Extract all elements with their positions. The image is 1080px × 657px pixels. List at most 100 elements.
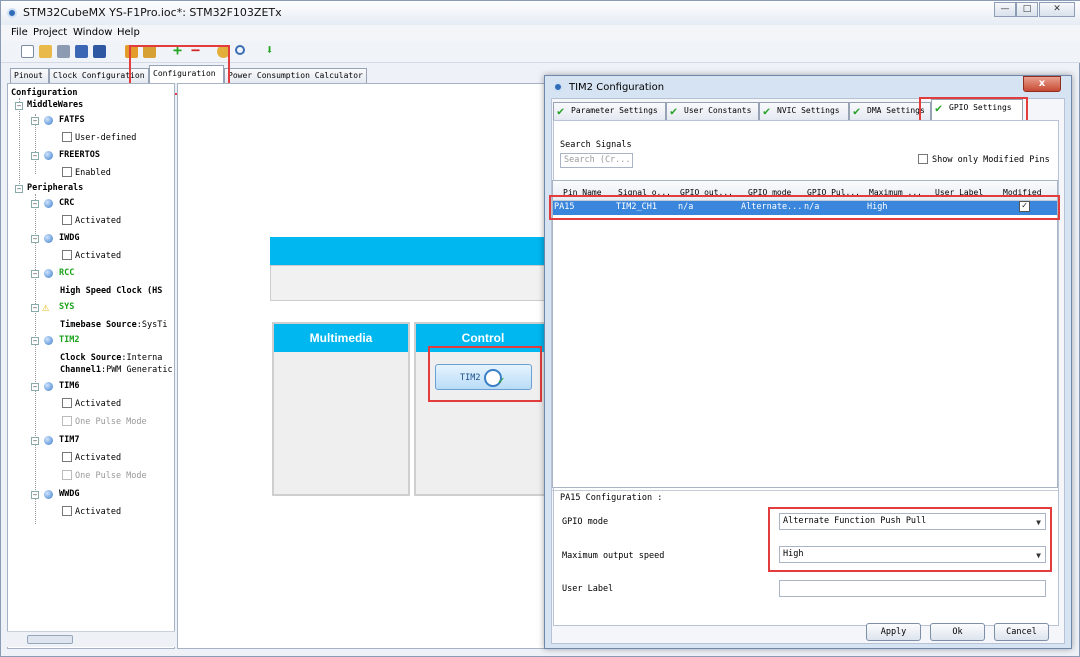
tim6-one-pulse-label: One Pulse Mode bbox=[75, 417, 147, 427]
tab-pinout[interactable]: Pinout bbox=[10, 68, 49, 83]
fatfs-user-defined-label: User-defined bbox=[75, 133, 137, 143]
expand-sys[interactable]: − bbox=[31, 304, 39, 312]
close-button[interactable]: ✕ bbox=[1039, 2, 1075, 17]
expand-freertos[interactable]: − bbox=[31, 152, 39, 160]
tab-parameter-settings[interactable]: ✔ Parameter Settings bbox=[553, 102, 666, 120]
tree-wwdg[interactable]: WWDG bbox=[59, 489, 79, 499]
save-icon[interactable] bbox=[75, 45, 88, 58]
annotation-box-tim2 bbox=[428, 346, 542, 402]
expand-crc[interactable]: − bbox=[31, 200, 39, 208]
wwdg-icon bbox=[44, 490, 53, 499]
save-all-icon[interactable] bbox=[93, 45, 106, 58]
expand-wwdg[interactable]: − bbox=[31, 491, 39, 499]
tim6-one-pulse-checkbox[interactable] bbox=[62, 416, 72, 426]
minimize-button[interactable]: — bbox=[994, 2, 1016, 17]
tab-nvic-settings[interactable]: ✔ NVIC Settings bbox=[759, 102, 849, 120]
crc-activated-checkbox[interactable] bbox=[62, 215, 72, 225]
tree-middlewares[interactable]: MiddleWares bbox=[27, 100, 83, 110]
expand-middlewares[interactable]: − bbox=[15, 102, 23, 110]
tree-freertos[interactable]: FREERTOS bbox=[59, 150, 100, 160]
tim7-activated-checkbox[interactable] bbox=[62, 452, 72, 462]
tab-user-constants-label: User Constants bbox=[684, 106, 752, 115]
search-signals-label: Search Signals bbox=[560, 140, 632, 150]
scrollbar-thumb[interactable] bbox=[27, 635, 73, 644]
tab-dma-settings-label: DMA Settings bbox=[867, 106, 925, 115]
tree-fatfs[interactable]: FATFS bbox=[59, 115, 85, 125]
tree-horizontal-scrollbar[interactable] bbox=[7, 631, 175, 647]
max-speed-label: Maximum output speed bbox=[562, 551, 665, 561]
show-modified-label: Show only Modified Pins bbox=[932, 155, 1050, 165]
expand-tim7[interactable]: − bbox=[31, 437, 39, 445]
tree-peripherals[interactable]: Peripherals bbox=[27, 183, 83, 193]
check-icon: ✔ bbox=[557, 104, 565, 118]
tim6-activated-checkbox[interactable] bbox=[62, 398, 72, 408]
tree-tim6[interactable]: TIM6 bbox=[59, 381, 79, 391]
search-icon[interactable] bbox=[235, 45, 245, 55]
apply-button[interactable]: Apply bbox=[866, 623, 921, 641]
tim2-icon bbox=[44, 336, 53, 345]
crc-icon bbox=[44, 199, 53, 208]
expand-peripherals[interactable]: − bbox=[15, 185, 23, 193]
fatfs-user-defined-checkbox[interactable] bbox=[62, 132, 72, 142]
tree-rcc[interactable]: RCC bbox=[59, 268, 74, 278]
annotation-box-pin-config bbox=[768, 507, 1052, 572]
user-label-label: User Label bbox=[562, 584, 614, 594]
tree-tim2[interactable]: TIM2 bbox=[59, 335, 79, 345]
user-label-input[interactable] bbox=[779, 580, 1046, 597]
app-icon bbox=[7, 8, 17, 18]
tim2-clock-source-label: Clock Source bbox=[60, 353, 122, 363]
rcc-icon bbox=[44, 269, 53, 278]
tim2-channel1-label: Channel1 bbox=[60, 365, 101, 375]
tim7-icon bbox=[44, 436, 53, 445]
copy-icon[interactable] bbox=[57, 45, 70, 58]
configuration-tree[interactable]: Configuration − MiddleWares − FATFS User… bbox=[7, 83, 175, 649]
fatfs-icon bbox=[44, 116, 53, 125]
tree-iwdg[interactable]: IWDG bbox=[59, 233, 79, 243]
multimedia-header: Multimedia bbox=[274, 324, 408, 352]
expand-rcc[interactable]: − bbox=[31, 270, 39, 278]
menu-window[interactable]: Window bbox=[73, 27, 112, 38]
sys-timebase-label: Timebase Source bbox=[60, 320, 137, 330]
menu-file[interactable]: File bbox=[11, 27, 28, 38]
menu-project[interactable]: Project bbox=[33, 27, 67, 38]
dialog-close-button[interactable]: x bbox=[1023, 76, 1061, 92]
sys-timebase-value: :SysTi bbox=[136, 320, 168, 330]
show-modified-checkbox[interactable] bbox=[918, 154, 928, 164]
expand-fatfs[interactable]: − bbox=[31, 117, 39, 125]
new-file-icon[interactable] bbox=[21, 45, 34, 58]
cancel-button[interactable]: Cancel bbox=[994, 623, 1049, 641]
pin-table bbox=[552, 180, 1058, 488]
open-folder-icon[interactable] bbox=[39, 45, 52, 58]
tree-tim7[interactable]: TIM7 bbox=[59, 435, 79, 445]
ok-button[interactable]: Ok bbox=[930, 623, 985, 641]
expand-tim6[interactable]: − bbox=[31, 383, 39, 391]
maximize-button[interactable]: □ bbox=[1016, 2, 1038, 17]
tree-crc[interactable]: CRC bbox=[59, 198, 74, 208]
title-bar: STM32CubeMX YS-F1Pro.ioc*: STM32F103ZETx… bbox=[1, 1, 1080, 25]
menu-help[interactable]: Help bbox=[117, 27, 140, 38]
check-icon: ✔ bbox=[763, 104, 771, 118]
expand-tim2[interactable]: − bbox=[31, 337, 39, 345]
tab-parameter-settings-label: Parameter Settings bbox=[571, 106, 658, 115]
wwdg-activated-checkbox[interactable] bbox=[62, 506, 72, 516]
tree-sys[interactable]: SYS bbox=[59, 302, 74, 312]
dialog-app-icon bbox=[553, 82, 563, 92]
tim6-activated-label: Activated bbox=[75, 399, 122, 409]
crc-activated-label: Activated bbox=[75, 216, 122, 226]
tab-power-consumption-calculator[interactable]: Power Consumption Calculator bbox=[224, 68, 367, 83]
search-signals-input[interactable]: Search (Cr... bbox=[560, 153, 633, 168]
freertos-enabled-checkbox[interactable] bbox=[62, 167, 72, 177]
download-icon[interactable]: ⬇ bbox=[263, 44, 276, 58]
expand-iwdg[interactable]: − bbox=[31, 235, 39, 243]
freertos-icon bbox=[44, 151, 53, 160]
tab-user-constants[interactable]: ✔ User Constants bbox=[666, 102, 759, 120]
window-title: STM32CubeMX YS-F1Pro.ioc*: STM32F103ZETx bbox=[23, 6, 282, 19]
iwdg-activated-checkbox[interactable] bbox=[62, 250, 72, 260]
category-body bbox=[270, 265, 550, 301]
tree-root[interactable]: Configuration bbox=[11, 88, 78, 98]
rcc-hsc-label: High Speed Clock (HS bbox=[60, 286, 163, 296]
wwdg-activated-label: Activated bbox=[75, 507, 122, 517]
tab-nvic-settings-label: NVIC Settings bbox=[777, 106, 840, 115]
tim7-one-pulse-checkbox[interactable] bbox=[62, 470, 72, 480]
freertos-enabled-label: Enabled bbox=[75, 168, 111, 178]
